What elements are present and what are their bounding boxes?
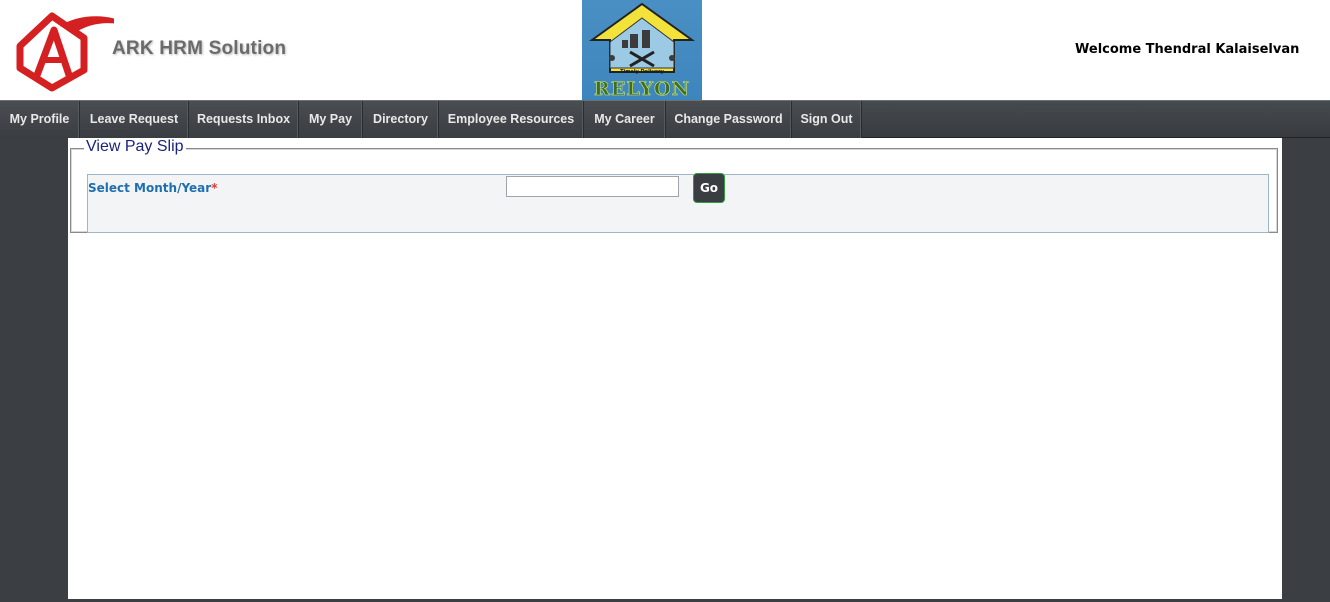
main-nav: My Profile Leave Request Requests Inbox … xyxy=(0,100,1330,138)
nav-directory[interactable]: Directory xyxy=(363,101,439,138)
view-pay-slip-fieldset: Select Month/Year* Go xyxy=(70,148,1278,233)
form-panel-divider xyxy=(87,174,1269,175)
month-year-input[interactable] xyxy=(506,176,679,197)
required-mark: * xyxy=(211,181,218,195)
nav-employee-resources[interactable]: Employee Resources xyxy=(439,101,584,138)
nav-my-career[interactable]: My Career xyxy=(584,101,666,138)
go-button[interactable]: Go xyxy=(693,173,725,203)
nav-change-password[interactable]: Change Password xyxy=(666,101,792,138)
relyon-word: RELYON xyxy=(594,78,690,100)
nav-sign-out[interactable]: Sign Out xyxy=(792,101,862,138)
header: ARK HRM Solution Timely Delivery RELYON … xyxy=(0,0,1330,100)
select-month-year-label: Select Month/Year* xyxy=(88,181,217,195)
welcome-text: Welcome Thendral Kalaiselvan xyxy=(1075,42,1300,57)
nav-my-profile[interactable]: My Profile xyxy=(0,101,80,138)
nav-leave-request[interactable]: Leave Request xyxy=(80,101,189,138)
nav-my-pay[interactable]: My Pay xyxy=(299,101,363,138)
field-label-text: Select Month/Year xyxy=(88,181,212,195)
ark-logo-icon xyxy=(16,12,130,92)
fieldset-legend: View Pay Slip xyxy=(84,138,186,156)
logo-text: ARK HRM Solution xyxy=(112,38,287,59)
main-content: Select Month/Year* Go View Pay Slip xyxy=(68,138,1282,599)
relyon-caption: Timely Delivery xyxy=(620,69,664,75)
ark-logo[interactable]: ARK HRM Solution xyxy=(14,8,324,94)
nav-requests-inbox[interactable]: Requests Inbox xyxy=(189,101,299,138)
relyon-logo: Timely Delivery RELYON xyxy=(582,0,702,100)
